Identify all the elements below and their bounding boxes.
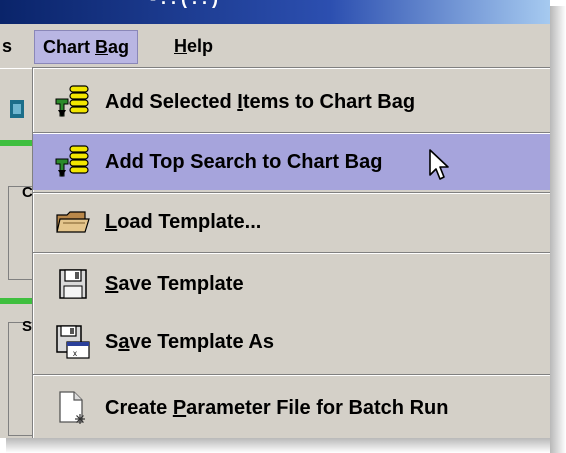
- floppy-disk-icon: [53, 264, 93, 304]
- menu-help-mnemonic: H: [174, 36, 187, 56]
- menu-item-load-template-label: Load Template...: [105, 210, 262, 233]
- mouse-pointer-icon: [428, 148, 452, 187]
- folder-icon: [53, 202, 93, 242]
- background-group-letter-2: S: [22, 318, 33, 335]
- title-bar[interactable]: - . . ( . . ): [0, 0, 550, 24]
- background-icon: [6, 96, 28, 122]
- menu-item-load-template[interactable]: Load Template...: [33, 194, 550, 250]
- menu-chart-bag[interactable]: Chart Bag: [34, 30, 139, 64]
- menu-bar: s Chart Bag Help: [0, 24, 550, 69]
- menu-item-add-selected-items-label: Add Selected Items to Chart Bag: [105, 90, 416, 113]
- menu-item-save-template-as[interactable]: x Save Template As: [33, 314, 550, 370]
- menu-item-save-template[interactable]: Save Template: [33, 256, 550, 312]
- menu-item-create-parameter-file[interactable]: Create Parameter File for Batch Run: [33, 380, 550, 436]
- chart-bag-dropdown-menu: Add Selected Items to Chart Bag Add Top …: [32, 67, 550, 438]
- window-shadow-bottom: [6, 438, 550, 453]
- menu-item-add-selected-items[interactable]: Add Selected Items to Chart Bag: [33, 74, 550, 130]
- floppy-disk-save-as-icon: x: [53, 322, 93, 362]
- window-title: - . . ( . . ): [150, 0, 218, 9]
- menu-chart-bag-label-2: ag: [108, 37, 130, 57]
- menu-separator: [33, 374, 550, 376]
- application-window: - . . ( . . ) s Chart Bag Help C S: [0, 0, 550, 438]
- svg-text:x: x: [73, 349, 77, 358]
- menu-chart-bag-mnemonic: B: [95, 37, 109, 57]
- new-file-icon: [53, 388, 93, 428]
- menu-help[interactable]: Help: [166, 30, 221, 62]
- menu-separator: [33, 252, 550, 254]
- menu-previous[interactable]: s: [0, 30, 20, 62]
- menu-item-save-template-label: Save Template: [105, 272, 244, 295]
- menu-item-add-top-search[interactable]: Add Top Search to Chart Bag: [33, 134, 550, 190]
- menu-help-label: elp: [187, 36, 214, 56]
- menu-item-create-parameter-file-label: Create Parameter File for Batch Run: [105, 396, 449, 419]
- chart-bag-add-icon: [53, 82, 93, 122]
- menu-item-add-top-search-label: Add Top Search to Chart Bag: [105, 150, 383, 173]
- window-shadow-right: [550, 6, 566, 453]
- menu-chart-bag-label-1: Chart: [43, 37, 96, 57]
- menu-item-save-template-as-label: Save Template As: [105, 330, 274, 353]
- chart-bag-add-icon: [53, 142, 93, 182]
